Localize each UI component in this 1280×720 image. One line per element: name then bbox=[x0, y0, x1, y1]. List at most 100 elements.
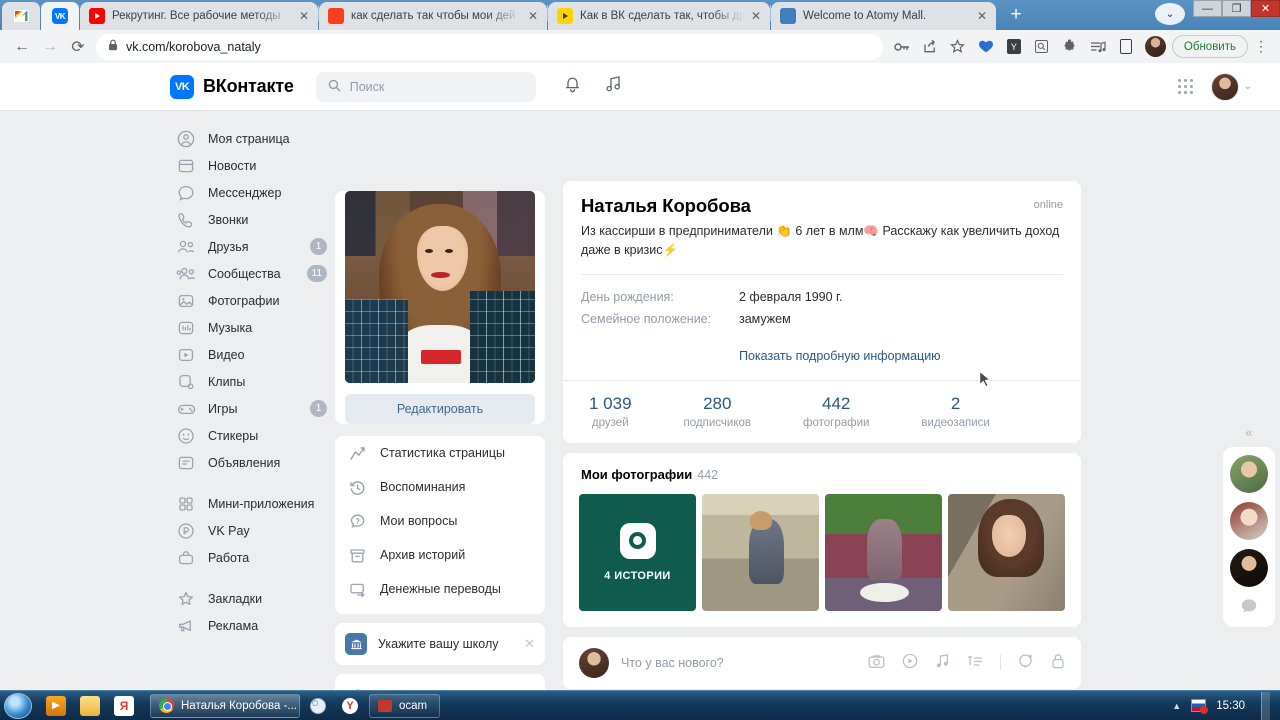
tab-close-button[interactable]: ✕ bbox=[974, 8, 990, 24]
puzzle-extensions-icon[interactable] bbox=[1057, 34, 1083, 60]
friend-avatar[interactable] bbox=[1230, 455, 1268, 493]
lock-icon[interactable] bbox=[1051, 653, 1065, 672]
browser-tab[interactable]: Рекрутинг. Все рабочие методы ✕ bbox=[80, 2, 318, 30]
counter-friends[interactable]: 1 039 друзей bbox=[563, 393, 658, 429]
update-button[interactable]: Обновить bbox=[1171, 35, 1248, 58]
sidebar-item-communities[interactable]: Сообщества 11 bbox=[170, 260, 340, 287]
menu-item-story-archive[interactable]: Архив историй bbox=[335, 538, 545, 572]
search-extension-icon[interactable] bbox=[1029, 34, 1055, 60]
dark-extension-icon[interactable]: Y bbox=[1001, 34, 1027, 60]
close-icon[interactable]: ✕ bbox=[524, 636, 535, 652]
reload-button[interactable]: ⟳ bbox=[64, 33, 92, 61]
photo-tile[interactable] bbox=[825, 493, 942, 611]
vk-account-menu[interactable]: ⌄ bbox=[1210, 72, 1252, 101]
heart-extension-icon[interactable] bbox=[973, 34, 999, 60]
vk-pinned-tab[interactable]: VK bbox=[41, 2, 79, 30]
address-bar[interactable]: vk.com/korobova_nataly bbox=[96, 33, 883, 60]
profile-status-text[interactable]: Из кассирши в предприниматели 👏 6 лет в … bbox=[581, 222, 1063, 261]
sidebar-item-advertising[interactable]: Реклама bbox=[170, 612, 340, 639]
sidebar-item-mini-apps[interactable]: Мини-приложения bbox=[170, 490, 340, 517]
taskbar-task-ocam[interactable]: ocam bbox=[369, 693, 441, 718]
show-desktop-button[interactable] bbox=[1261, 691, 1270, 720]
menu-item-memories[interactable]: Воспоминания bbox=[335, 470, 545, 504]
sidebar-item-messenger[interactable]: Мессенджер bbox=[170, 179, 340, 206]
profile-link-button[interactable]: Ссылка на профиль bbox=[335, 674, 545, 690]
browser-tab[interactable]: Welcome to Atomy Mall. ✕ bbox=[771, 2, 996, 30]
explorer-folder-icon[interactable] bbox=[80, 695, 100, 716]
forward-button[interactable]: → bbox=[36, 33, 64, 61]
show-detailed-info-link[interactable]: Показать подробную информацию bbox=[739, 349, 941, 363]
minimize-button[interactable]: — bbox=[1193, 0, 1222, 17]
menu-item-my-questions[interactable]: Мои вопросы bbox=[335, 504, 545, 538]
share-icon[interactable] bbox=[917, 34, 943, 60]
gmail-pinned-tab[interactable] bbox=[2, 2, 40, 30]
sidebar-item-photos[interactable]: Фотографии bbox=[170, 287, 340, 314]
friend-avatar[interactable] bbox=[1230, 549, 1268, 587]
sidebar-item-stickers[interactable]: Стикеры bbox=[170, 422, 340, 449]
field-value[interactable]: 2 февраля 1990 г. bbox=[739, 287, 843, 309]
taskbar-task-globe[interactable] bbox=[305, 694, 331, 718]
video-circle-icon[interactable] bbox=[902, 653, 918, 672]
tab-close-button[interactable]: ✕ bbox=[748, 8, 764, 24]
field-value[interactable]: замужем bbox=[739, 309, 791, 331]
sidebar-item-video[interactable]: Видео bbox=[170, 341, 340, 368]
media-player-icon[interactable]: ▶ bbox=[46, 695, 66, 716]
vk-logo[interactable]: VK ВКонтакте bbox=[170, 74, 294, 99]
post-input[interactable]: Что у вас нового? bbox=[621, 656, 868, 670]
sidebar-item-music[interactable]: Музыка bbox=[170, 314, 340, 341]
taskbar-task-yandex[interactable]: Y bbox=[337, 694, 363, 718]
sidepanel-icon[interactable] bbox=[1113, 34, 1139, 60]
sidebar-item-vk-pay[interactable]: VK Pay bbox=[170, 517, 340, 544]
profile-photo[interactable] bbox=[345, 191, 535, 383]
tab-list-chevron-icon[interactable]: ⌄ bbox=[1155, 2, 1185, 25]
sidebar-item-ads-board[interactable]: Объявления bbox=[170, 449, 340, 476]
tab-close-button[interactable]: ✕ bbox=[296, 8, 312, 24]
menu-item-money-transfers[interactable]: Денежные переводы bbox=[335, 572, 545, 606]
flag-warning-icon[interactable] bbox=[1191, 699, 1209, 714]
sidebar-item-calls[interactable]: Звонки bbox=[170, 206, 340, 233]
taskbar-task-chrome[interactable]: Наталья Коробова -... bbox=[150, 693, 300, 718]
menu-item-page-statistics[interactable]: Статистика страницы bbox=[335, 436, 545, 470]
sidebar-item-clips[interactable]: Клипы bbox=[170, 368, 340, 395]
start-button[interactable] bbox=[4, 692, 32, 719]
friend-avatar[interactable] bbox=[1230, 502, 1268, 540]
clock[interactable]: 15:30 bbox=[1216, 700, 1245, 712]
new-tab-button[interactable]: + bbox=[1002, 1, 1030, 29]
sidebar-item-my-page[interactable]: Моя страница bbox=[170, 125, 340, 152]
more-options-icon[interactable] bbox=[1018, 653, 1034, 672]
bell-icon[interactable] bbox=[564, 75, 581, 98]
photo-tile[interactable] bbox=[702, 493, 819, 611]
music-note-icon[interactable] bbox=[935, 653, 950, 672]
sidebar-item-bookmarks[interactable]: Закладки bbox=[170, 585, 340, 612]
counter-followers[interactable]: 280 подписчиков bbox=[658, 393, 777, 429]
close-button[interactable]: ✕ bbox=[1251, 0, 1280, 17]
browser-profile-avatar[interactable] bbox=[1144, 36, 1166, 57]
browser-tab[interactable]: как сделать так чтобы мои дей ✕ bbox=[319, 2, 547, 30]
photo-tile[interactable] bbox=[948, 493, 1065, 611]
playlist-icon[interactable] bbox=[1085, 34, 1111, 60]
camera-icon[interactable] bbox=[868, 654, 885, 672]
sidebar-item-work[interactable]: Работа bbox=[170, 544, 340, 571]
poll-list-icon[interactable] bbox=[967, 654, 983, 671]
counter-photos[interactable]: 442 фотографии bbox=[777, 393, 895, 429]
sidebar-item-friends[interactable]: Друзья 1 bbox=[170, 233, 340, 260]
photos-header[interactable]: Мои фотографии 442 bbox=[563, 453, 1081, 482]
sidebar-item-news[interactable]: Новости bbox=[170, 152, 340, 179]
browser-menu-kebab-icon[interactable]: ⋮ bbox=[1250, 34, 1272, 60]
sidebar-item-games[interactable]: Игры 1 bbox=[170, 395, 340, 422]
stories-tile[interactable]: 4 ИСТОРИИ bbox=[579, 493, 696, 611]
browser-tab[interactable]: Как в ВК сделать так, чтобы др ✕ bbox=[548, 2, 770, 30]
yandex-browser-icon[interactable]: Я bbox=[114, 695, 134, 716]
password-key-icon[interactable] bbox=[889, 34, 915, 60]
bookmark-star-icon[interactable] bbox=[945, 34, 971, 60]
tab-close-button[interactable]: ✕ bbox=[525, 8, 541, 24]
tray-expand-icon[interactable]: ▲ bbox=[1172, 701, 1181, 711]
music-note-icon[interactable] bbox=[605, 75, 622, 98]
apps-grid-icon[interactable] bbox=[1177, 79, 1193, 94]
chat-bubble-icon[interactable] bbox=[1240, 596, 1258, 623]
maximize-button[interactable]: ❐ bbox=[1222, 0, 1251, 17]
edit-profile-button[interactable]: Редактировать bbox=[345, 394, 535, 424]
school-prompt[interactable]: Укажите вашу школу ✕ bbox=[335, 623, 545, 665]
collapse-panel-icon[interactable]: « bbox=[1223, 425, 1275, 440]
search-input[interactable]: Поиск bbox=[315, 71, 536, 102]
